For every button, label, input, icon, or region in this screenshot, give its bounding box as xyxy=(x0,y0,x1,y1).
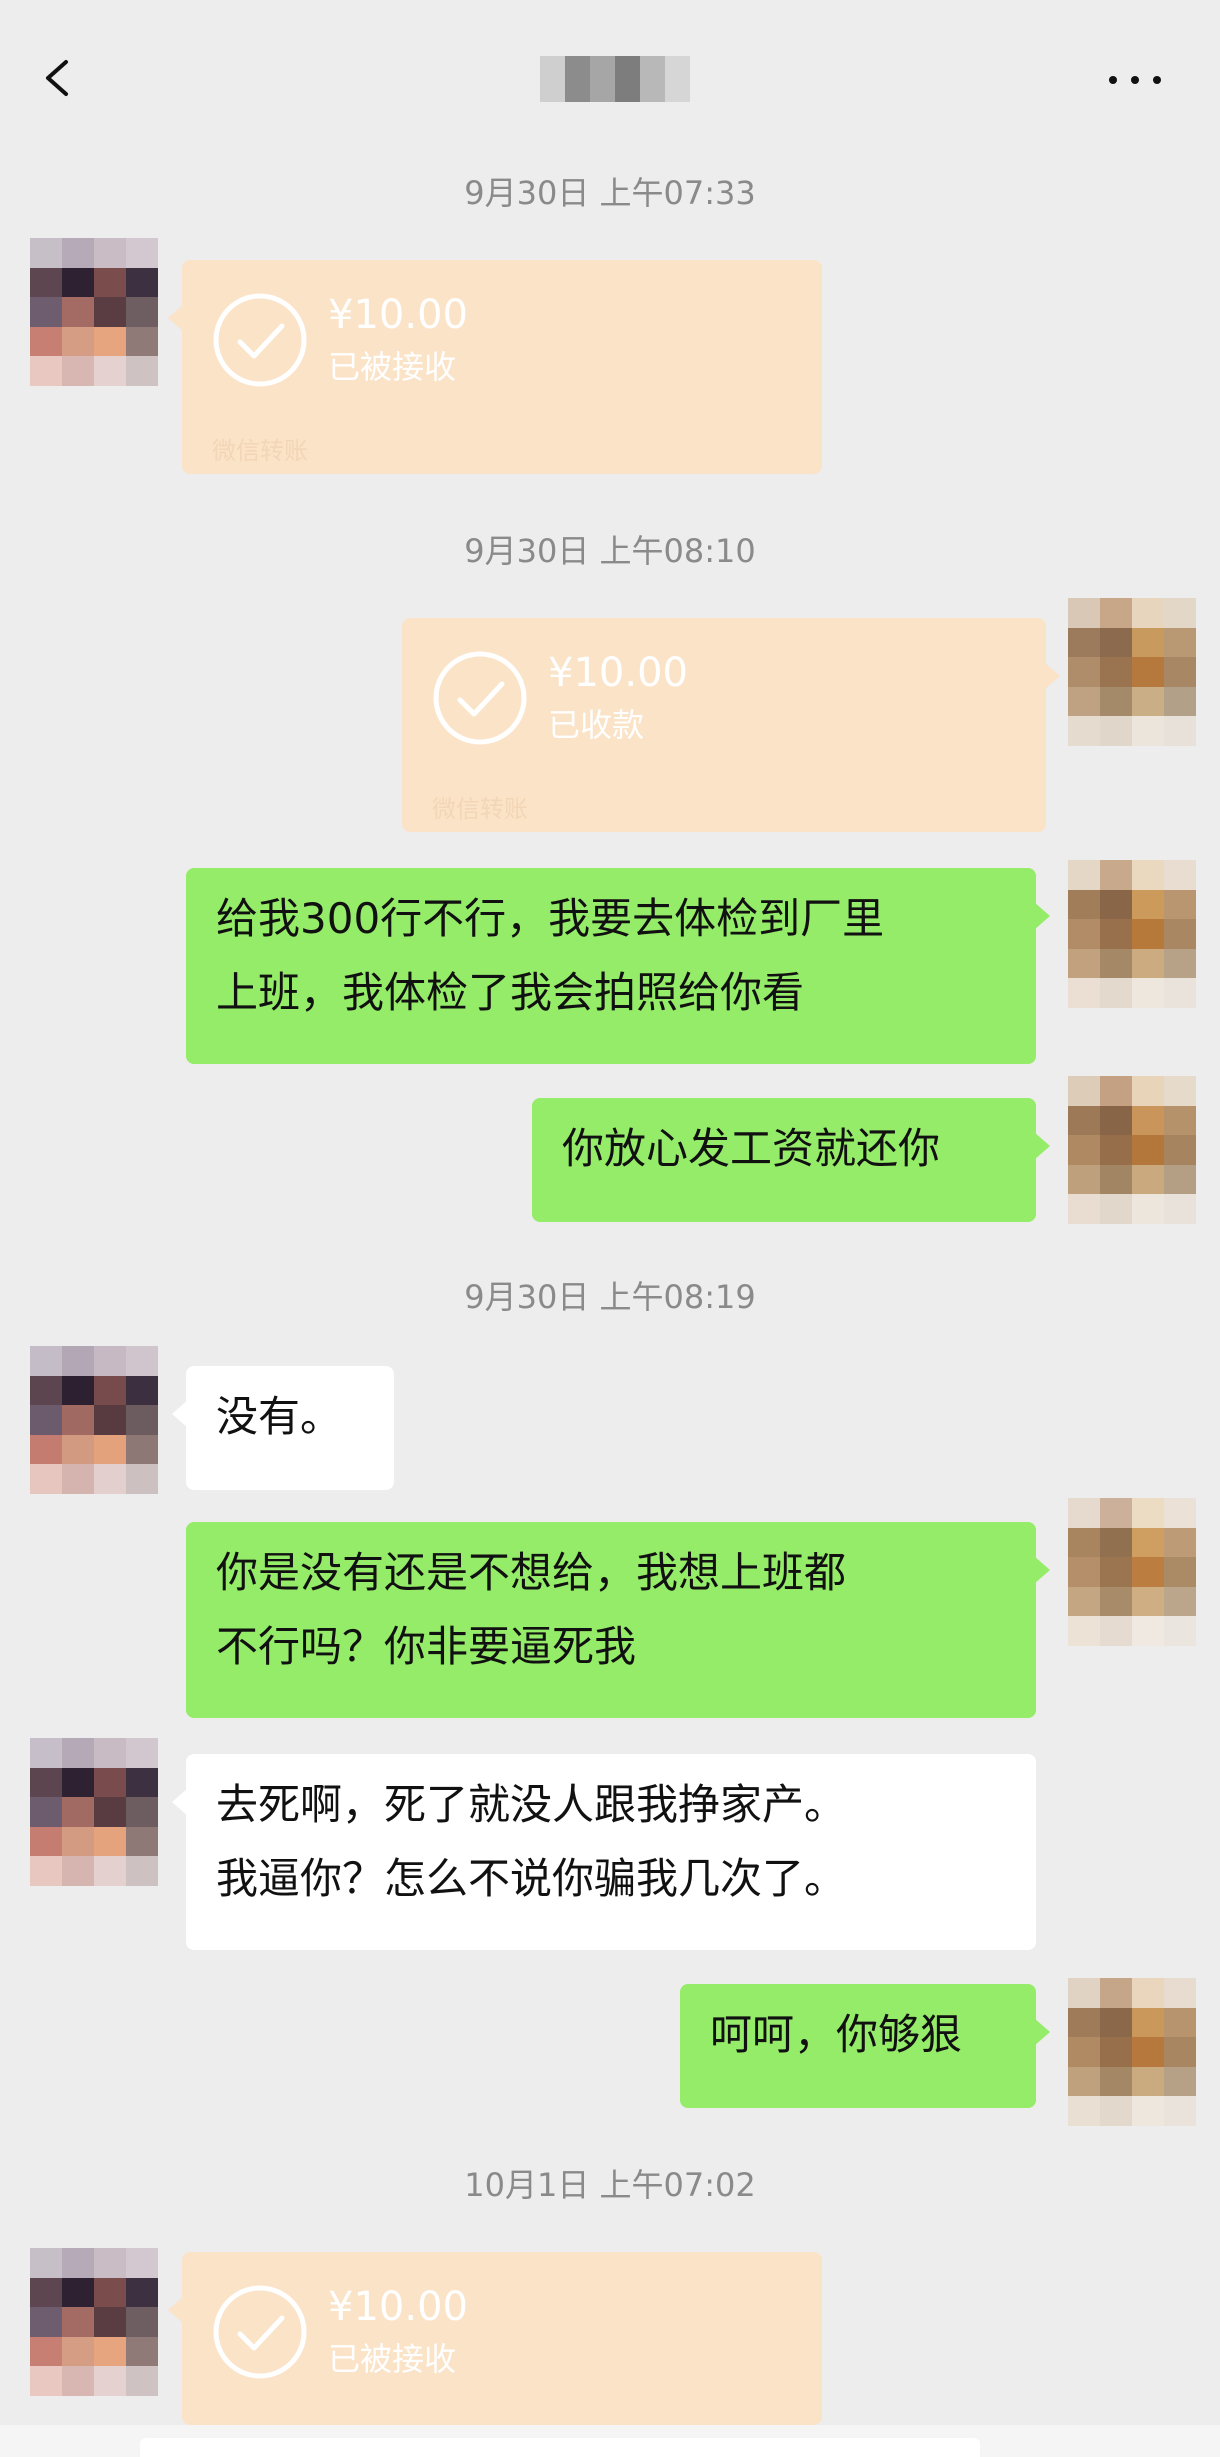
transfer-amount: ¥10.00 xyxy=(328,2284,468,2330)
bubble-tail xyxy=(1034,1556,1050,1584)
timestamp: 9月30日 上午08:10 xyxy=(464,532,756,570)
transfer-amount: ¥10.00 xyxy=(548,650,688,696)
message-bubble[interactable]: 你放心发工资就还你 xyxy=(532,1098,1050,1222)
transfer-amount: ¥10.00 xyxy=(328,292,468,338)
transfer-card[interactable]: ¥10.00 已被接收 微信转账 xyxy=(168,260,822,474)
message-bubble[interactable]: 你是没有还是不想给，我想上班都 不行吗？你非要逼死我 xyxy=(186,1522,1050,1718)
message-bubble[interactable]: 去死啊，死了就没人跟我挣家产。 我逼你？怎么不说你骗我几次了。 xyxy=(172,1754,1036,1950)
message-line: 没有。 xyxy=(216,1392,343,1441)
timestamp: 10月1日 上午07:02 xyxy=(464,2166,756,2204)
transfer-status: 已收款 xyxy=(548,706,645,744)
message-line: 给我300行不行，我要去体检到厂里 xyxy=(216,894,885,943)
avatar[interactable] xyxy=(1068,1076,1196,1224)
message-line: 你放心发工资就还你 xyxy=(562,1124,941,1173)
message-line: 上班，我体检了我会拍照给你看 xyxy=(216,968,805,1017)
timestamp: 9月30日 上午07:33 xyxy=(464,174,756,212)
avatar[interactable] xyxy=(1068,1498,1196,1646)
avatar[interactable] xyxy=(30,1738,158,1886)
chat-header xyxy=(0,0,1220,150)
transfer-footer: 微信转账 xyxy=(212,437,308,465)
bubble-tail xyxy=(1034,2018,1050,2046)
avatar[interactable] xyxy=(1068,1978,1196,2126)
avatar[interactable] xyxy=(30,238,158,386)
message-line: 去死啊，死了就没人跟我挣家产。 xyxy=(216,1780,847,1829)
avatar[interactable] xyxy=(30,2248,158,2396)
bubble-tail xyxy=(172,1788,188,1816)
transfer-status: 已被接收 xyxy=(328,348,457,386)
message-bubble[interactable]: 没有。 xyxy=(172,1366,394,1490)
bubble-tail xyxy=(1034,1132,1050,1160)
message-line: 我逼你？怎么不说你骗我几次了。 xyxy=(216,1854,847,1903)
more-horizontal-icon[interactable] xyxy=(1105,70,1165,90)
avatar[interactable] xyxy=(1068,860,1196,1008)
chevron-left-icon[interactable] xyxy=(38,58,78,98)
timestamp: 9月30日 上午08:19 xyxy=(464,1278,756,1316)
bubble-tail xyxy=(168,2296,184,2324)
message-bubble[interactable]: 给我300行不行，我要去体检到厂里 上班，我体检了我会拍照给你看 xyxy=(186,868,1050,1064)
check-circle-icon xyxy=(213,293,307,387)
transfer-status: 已被接收 xyxy=(328,2340,457,2378)
bubble-tail xyxy=(1044,662,1060,690)
check-circle-icon xyxy=(433,651,527,745)
message-input[interactable] xyxy=(140,2438,980,2457)
transfer-footer: 微信转账 xyxy=(432,795,528,823)
check-circle-icon xyxy=(213,2285,307,2379)
message-line: 呵呵，你够狠 xyxy=(710,2010,963,2059)
avatar[interactable] xyxy=(30,1346,158,1494)
message-bubble[interactable]: 呵呵，你够狠 xyxy=(680,1984,1050,2108)
contact-name-blurred[interactable] xyxy=(540,56,690,102)
transfer-card[interactable]: ¥10.00 已收款 微信转账 xyxy=(402,618,1060,832)
avatar[interactable] xyxy=(1068,598,1196,746)
bubble-tail xyxy=(168,304,184,332)
transfer-card[interactable]: ¥10.00 已被接收 xyxy=(168,2252,822,2425)
message-line: 你是没有还是不想给，我想上班都 xyxy=(216,1548,847,1597)
message-line: 不行吗？你非要逼死我 xyxy=(216,1622,637,1671)
bubble-tail xyxy=(172,1400,188,1428)
bubble-tail xyxy=(1034,902,1050,930)
